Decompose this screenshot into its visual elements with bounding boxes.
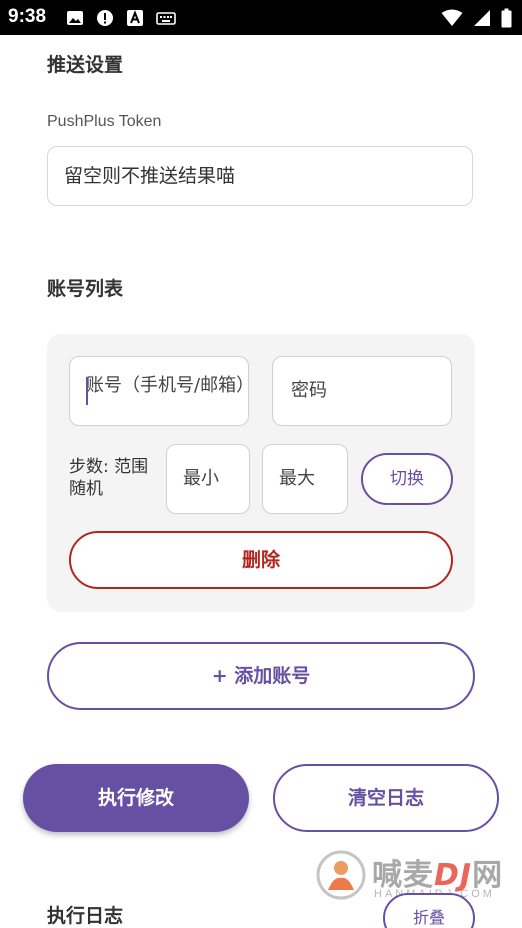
- add-account-button[interactable]: + 添加账号: [47, 642, 475, 710]
- keyboard-icon: [156, 12, 176, 25]
- status-bar: 9:38: [0, 0, 522, 35]
- text-cursor: [86, 377, 88, 405]
- font-icon: [127, 10, 143, 26]
- account-list-title: 账号列表: [47, 278, 124, 300]
- fold-log-button[interactable]: 折叠: [383, 893, 475, 928]
- password-input[interactable]: 密码: [272, 356, 452, 426]
- signal-icon: [474, 10, 490, 26]
- gallery-icon: [67, 11, 83, 25]
- account-card: 账号（手机号/邮箱） 密码 步数: 范围随机 最小 最大 切换 删除: [47, 334, 475, 612]
- clear-log-button[interactable]: 清空日志: [273, 764, 499, 832]
- alert-icon: [97, 10, 113, 26]
- watermark-logo-icon: [316, 850, 366, 900]
- token-label: PushPlus Token: [47, 113, 162, 130]
- steps-min-input[interactable]: 最小: [166, 444, 250, 514]
- battery-icon: [501, 8, 512, 28]
- push-settings-title: 推送设置: [47, 54, 124, 76]
- steps-label: 步数: 范围随机: [69, 457, 149, 499]
- delete-account-button[interactable]: 删除: [69, 531, 453, 589]
- main-content: 推送设置 PushPlus Token 留空则不推送结果喵 账号列表 账号（手机…: [0, 35, 522, 928]
- token-input[interactable]: 留空则不推送结果喵: [47, 146, 473, 206]
- status-time: 9:38: [8, 6, 47, 27]
- steps-max-input[interactable]: 最大: [262, 444, 348, 514]
- log-title: 执行日志: [47, 905, 124, 927]
- toggle-mode-button[interactable]: 切换: [361, 453, 453, 505]
- username-input[interactable]: 账号（手机号/邮箱）: [69, 356, 249, 426]
- wifi-icon: [441, 9, 463, 26]
- execute-button[interactable]: 执行修改: [23, 764, 249, 832]
- username-placeholder: 账号（手机号/邮箱）: [86, 375, 249, 396]
